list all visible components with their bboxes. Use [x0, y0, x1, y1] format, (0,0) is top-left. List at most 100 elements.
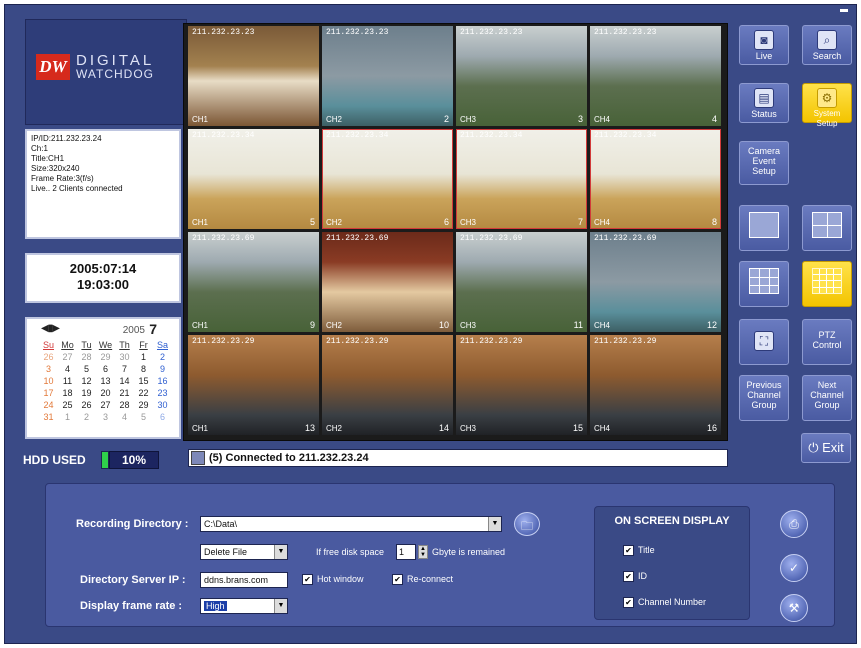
calendar-day[interactable]: 19	[77, 387, 96, 399]
camera-ip: 211.232.23.69	[326, 234, 389, 243]
exit-button[interactable]: ⏻ Exit	[801, 433, 851, 463]
osd-id-checkbox[interactable]: ✔ ID	[623, 571, 647, 583]
display-frame-rate-select[interactable]: High ▼	[200, 598, 288, 614]
tools-button[interactable]: ⚒	[780, 594, 808, 622]
camera-tile[interactable]: 211.232.23.34 CH3 7	[456, 129, 587, 229]
calendar-nav-arrows[interactable]: ◀▮▶	[41, 323, 60, 334]
osd-title-checkbox[interactable]: ✔ Title	[623, 545, 655, 557]
layout-1x1-button[interactable]	[739, 205, 789, 251]
calendar-day[interactable]: 3	[96, 411, 115, 423]
camera-tile[interactable]: 211.232.23.23 CH4 4	[590, 26, 721, 126]
calendar-day[interactable]: 12	[77, 375, 96, 387]
camera-tile[interactable]: 211.232.23.29 CH3 15	[456, 335, 587, 435]
reconnect-label: Re-connect	[407, 574, 454, 584]
export-button[interactable]: ⎙	[780, 510, 808, 538]
calendar-day[interactable]: 4	[58, 363, 77, 375]
reconnect-checkbox[interactable]: ✔ Re-connect	[392, 574, 454, 586]
calendar-day[interactable]: 9	[153, 363, 172, 375]
camera-tile[interactable]: 211.232.23.69 CH2 10	[322, 232, 453, 332]
previous-channel-group-button[interactable]: Previous Channel Group	[739, 375, 789, 421]
calendar-day[interactable]: 2	[77, 411, 96, 423]
calendar-day[interactable]: 29	[134, 399, 153, 411]
status-button[interactable]: ▤ Status	[739, 83, 789, 123]
ptz-control-button[interactable]: PTZ Control	[802, 319, 852, 365]
camera-event-setup-button[interactable]: Camera Event Setup	[739, 141, 789, 185]
system-setup-button[interactable]: ⚙ System Setup	[802, 83, 852, 128]
live-button[interactable]: ◙ Live	[739, 25, 789, 65]
calendar-day[interactable]: 24	[39, 399, 58, 411]
calendar-day[interactable]: 1	[134, 351, 153, 363]
calendar-day[interactable]: 6	[153, 411, 172, 423]
chevron-down-icon[interactable]: ▼	[488, 517, 501, 531]
confirm-button[interactable]: ✓	[780, 554, 808, 582]
calendar-day[interactable]: 26	[39, 351, 58, 363]
camera-tile[interactable]: 211.232.23.23 CH3 3	[456, 26, 587, 126]
previous-channel-group-label: Previous Channel Group	[746, 380, 782, 410]
camera-tile[interactable]: 211.232.23.29 CH4 16	[590, 335, 721, 435]
camera-tile[interactable]: 211.232.23.34 CH4 8	[590, 129, 721, 229]
calendar-day[interactable]: 11	[58, 375, 77, 387]
calendar-day[interactable]: 20	[96, 387, 115, 399]
free-space-input[interactable]: 1	[396, 544, 416, 560]
camera-tile[interactable]: 211.232.23.29 CH2 14	[322, 335, 453, 435]
camera-tile[interactable]: 211.232.23.29 CH1 13	[188, 335, 319, 435]
calendar-day[interactable]: 8	[134, 363, 153, 375]
layout-3x3-button[interactable]	[739, 261, 789, 307]
camera-tile[interactable]: 211.232.23.23 CH2 2	[322, 26, 453, 126]
delete-option-select[interactable]: Delete File ▼	[200, 544, 288, 560]
calendar-day[interactable]: 7	[115, 363, 134, 375]
display-frame-rate-value: High	[204, 601, 227, 611]
calendar-day[interactable]: 26	[77, 399, 96, 411]
search-button[interactable]: ⌕ Search	[802, 25, 852, 65]
calendar-day[interactable]: 15	[134, 375, 153, 387]
calendar-day[interactable]: 2	[153, 351, 172, 363]
calendar-day[interactable]: 31	[39, 411, 58, 423]
calendar-day[interactable]: 29	[96, 351, 115, 363]
free-space-stepper[interactable]: ▲ ▼	[418, 545, 428, 559]
calendar-day[interactable]: 1	[58, 411, 77, 423]
calendar-day[interactable]: 18	[58, 387, 77, 399]
calendar-day[interactable]: 28	[77, 351, 96, 363]
hot-window-checkbox[interactable]: ✔ Hot window	[302, 574, 364, 586]
camera-tile[interactable]: 211.232.23.69 CH1 9	[188, 232, 319, 332]
browse-folder-button[interactable]: 🗀	[514, 512, 540, 536]
calendar-day[interactable]: 22	[134, 387, 153, 399]
calendar-day[interactable]: 16	[153, 375, 172, 387]
calendar-day[interactable]: 25	[58, 399, 77, 411]
minimize-button[interactable]	[840, 9, 848, 12]
calendar-day[interactable]: 30	[153, 399, 172, 411]
calendar-day[interactable]: 14	[115, 375, 134, 387]
camera-tile[interactable]: 211.232.23.34 CH2 6	[322, 129, 453, 229]
camera-tile[interactable]: 211.232.23.23 CH1	[188, 26, 319, 126]
next-channel-group-button[interactable]: Next Channel Group	[802, 375, 852, 421]
recording-directory-field[interactable]: C:\Data\ ▼	[200, 516, 502, 532]
calendar-day[interactable]: 3	[39, 363, 58, 375]
chevron-down-icon[interactable]: ▼	[274, 545, 287, 559]
layout-4x4-button[interactable]	[802, 261, 852, 307]
calendar-day[interactable]: 5	[134, 411, 153, 423]
calendar-day[interactable]: 21	[115, 387, 134, 399]
camera-tile[interactable]: 211.232.23.34 CH1 5	[188, 129, 319, 229]
calendar-day[interactable]: 10	[39, 375, 58, 387]
camera-tile[interactable]: 211.232.23.69 CH4 12	[590, 232, 721, 332]
chevron-down-icon[interactable]: ▼	[274, 599, 287, 613]
calendar-day[interactable]: 30	[115, 351, 134, 363]
calendar-day[interactable]: 6	[96, 363, 115, 375]
calendar-day[interactable]: 5	[77, 363, 96, 375]
directory-server-ip-field[interactable]: ddns.brans.com	[200, 572, 288, 588]
osd-channel-number-checkbox[interactable]: ✔ Channel Number	[623, 597, 706, 609]
fullscreen-button[interactable]: ⛶	[739, 319, 789, 365]
calendar-day[interactable]: 4	[115, 411, 134, 423]
info-line: Live.. 2 Clients connected	[31, 184, 123, 193]
layout-2x2-button[interactable]	[802, 205, 852, 251]
calendar-day[interactable]: 27	[96, 399, 115, 411]
free-space-value: 1	[399, 547, 405, 557]
calendar-day[interactable]: 27	[58, 351, 77, 363]
camera-tile[interactable]: 211.232.23.69 CH3 11	[456, 232, 587, 332]
calendar-day[interactable]: 17	[39, 387, 58, 399]
calendar-day[interactable]: 23	[153, 387, 172, 399]
tile-number: 8	[711, 217, 717, 227]
calendar-day[interactable]: 28	[115, 399, 134, 411]
camera-channel: CH1	[192, 321, 209, 330]
calendar-day[interactable]: 13	[96, 375, 115, 387]
